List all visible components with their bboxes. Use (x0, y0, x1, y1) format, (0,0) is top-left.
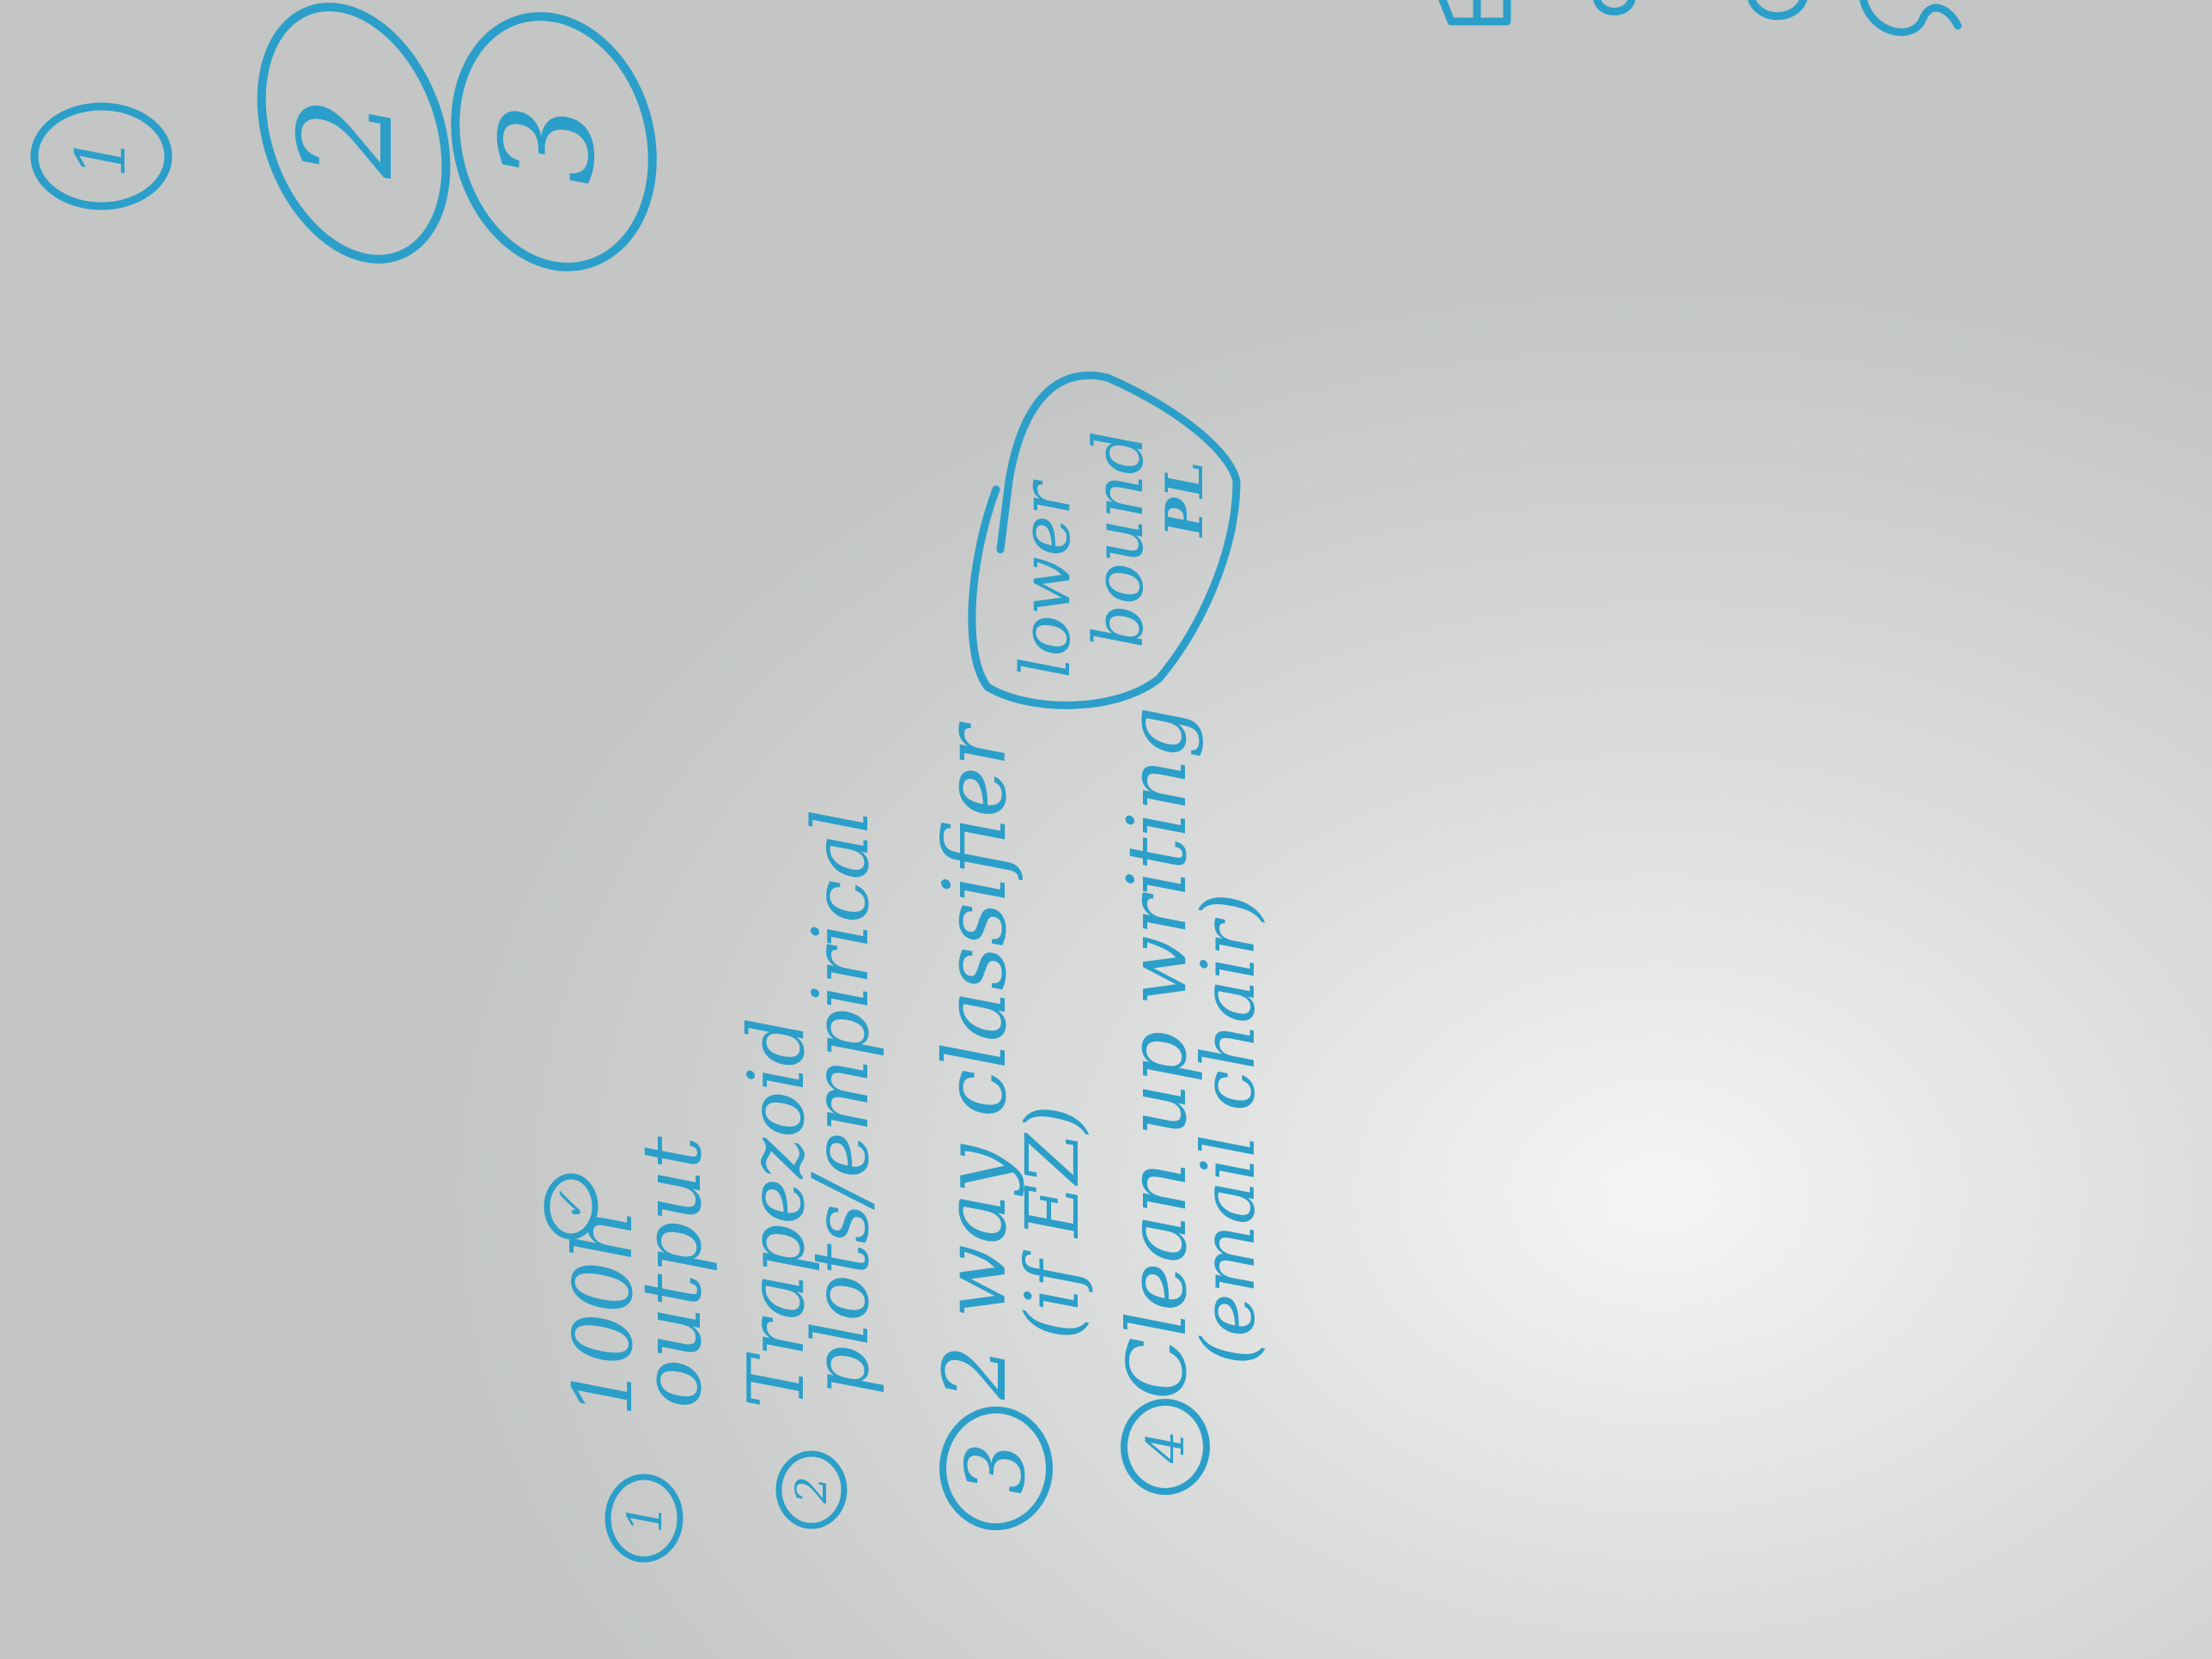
svg-text:bound: bound (1079, 430, 1158, 648)
svg-text:(if EZ): (if EZ) (1011, 1105, 1096, 1340)
svg-text:1: 1 (617, 1504, 672, 1534)
svg-text:✓: ✓ (548, 1190, 593, 1223)
svg-text:2: 2 (787, 1476, 836, 1504)
svg-text:3: 3 (949, 1443, 1043, 1494)
svg-text:plots/empirical: plots/empirical (796, 809, 886, 1395)
svg-text:4: 4 (1136, 1431, 1196, 1464)
whiteboard-surface (0, 0, 2212, 1659)
svg-text:lower: lower (1006, 478, 1085, 678)
svg-text:(email chair): (email chair) (1187, 893, 1272, 1365)
svg-text:1: 1 (61, 135, 141, 179)
svg-text:2: 2 (272, 96, 422, 179)
svg-text:3: 3 (474, 103, 623, 185)
whiteboard-photo: 1 2 3 1 100h output ✓ 2 Trapezoid plots/… (0, 0, 2212, 1659)
svg-text:output: output (625, 1135, 720, 1408)
svg-text:PL: PL (1155, 462, 1215, 538)
